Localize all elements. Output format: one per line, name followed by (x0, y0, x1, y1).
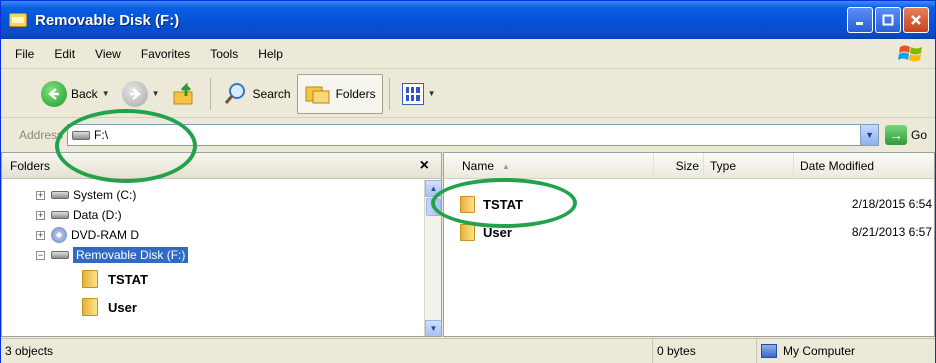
menu-edit[interactable]: Edit (54, 47, 75, 61)
tree-item-label: Data (D:) (73, 208, 122, 222)
views-dropdown-icon[interactable]: ▼ (428, 89, 436, 98)
close-pane-icon[interactable]: × (420, 157, 429, 175)
tree-item-label-selected: Removable Disk (F:) (73, 247, 189, 263)
hard-drive-icon (51, 191, 69, 199)
up-folder-button[interactable] (166, 74, 204, 114)
go-button[interactable]: → Go (885, 125, 927, 145)
forward-button[interactable]: ▼ (116, 74, 166, 114)
column-headers: Name ▲ Size Type Date Modified (444, 153, 934, 179)
folder-icon (82, 298, 98, 316)
scroll-down-icon[interactable]: ▼ (425, 320, 441, 336)
folder-icon (460, 223, 475, 241)
search-label: Search (252, 86, 291, 101)
go-label: Go (911, 128, 928, 142)
views-button[interactable]: ▼ (396, 74, 442, 114)
menu-tools[interactable]: Tools (210, 47, 238, 61)
tree-item-removable-disk-f[interactable]: − Removable Disk (F:) (2, 245, 441, 265)
tree-item-label: DVD-RAM D (71, 228, 139, 242)
maximize-button[interactable] (875, 7, 901, 33)
collapse-icon[interactable]: − (36, 250, 45, 260)
minimize-button[interactable] (847, 7, 873, 33)
window-title: Removable Disk (F:) (35, 11, 180, 29)
status-location-label: My Computer (783, 344, 856, 358)
minimize-icon (856, 22, 863, 25)
menu-bar: File Edit View Favorites Tools Help (1, 39, 935, 69)
search-icon (224, 82, 245, 104)
menu-favorites[interactable]: Favorites (141, 47, 190, 61)
tree-item-data-d[interactable]: + Data (D:) (2, 205, 441, 225)
menu-help[interactable]: Help (258, 47, 283, 61)
back-dropdown-icon[interactable]: ▼ (102, 89, 110, 98)
menu-file[interactable]: File (15, 47, 34, 61)
status-bar: 3 objects 0 bytes My Computer (1, 338, 935, 363)
tree-item-dvd-ram[interactable]: + DVD-RAM D (2, 225, 441, 245)
windows-logo-icon (898, 45, 922, 62)
window-controls (847, 7, 929, 33)
folders-pane-title: Folders (10, 158, 51, 173)
status-location: My Computer (757, 339, 933, 363)
my-computer-icon (761, 344, 777, 358)
toolbar-separator-2 (388, 77, 390, 110)
back-label: Back (71, 86, 98, 101)
search-button[interactable]: Search (217, 74, 297, 114)
tree-item-label: System (C:) (73, 188, 137, 202)
annotation-circle-tstat (431, 178, 577, 228)
up-folder-icon (173, 81, 193, 104)
forward-dropdown-icon[interactable]: ▼ (152, 89, 160, 98)
maximize-icon (882, 14, 894, 26)
annotation-circle-address (55, 109, 197, 183)
tree-item-user[interactable]: User (2, 293, 441, 321)
go-arrow-icon: → (885, 125, 908, 145)
file-date-modified: 8/21/2013 6:57 (851, 225, 932, 239)
folders-button[interactable]: Folders (296, 73, 383, 114)
tree-item-tstat[interactable]: TSTAT (2, 265, 441, 293)
expand-icon[interactable]: + (36, 210, 45, 220)
folder-icon (82, 270, 98, 288)
sort-ascending-icon: ▲ (502, 161, 510, 171)
folders-label: Folders (335, 86, 376, 101)
column-header-name[interactable]: Name ▲ (444, 153, 654, 179)
hard-drive-icon (51, 211, 69, 219)
folders-icon (305, 86, 330, 103)
dvd-drive-icon (51, 227, 67, 243)
back-arrow-icon (41, 80, 67, 107)
column-header-size[interactable]: Size (654, 153, 704, 179)
back-button[interactable]: Back ▼ (35, 74, 116, 114)
folders-pane: Folders × + System (C:) + Data (D:) + DV… (1, 152, 442, 337)
column-name-label: Name (462, 159, 495, 173)
explorer-window: Removable Disk (F:) File Edit View Favor… (0, 0, 936, 363)
status-object-count: 3 objects (1, 338, 653, 363)
close-icon (911, 15, 921, 25)
folder-window-icon (9, 13, 27, 27)
column-header-date-modified[interactable]: Date Modified (794, 153, 934, 179)
toolbar-separator (209, 77, 211, 110)
removable-drive-icon (51, 251, 69, 259)
title-bar[interactable]: Removable Disk (F:) (1, 1, 935, 39)
tree-item-label: User (108, 299, 137, 315)
expand-icon[interactable]: + (36, 190, 45, 200)
forward-arrow-icon (121, 80, 148, 107)
address-dropdown-icon[interactable]: ▼ (860, 125, 879, 145)
expand-icon[interactable]: + (36, 230, 45, 240)
views-icon (401, 82, 424, 105)
tree-item-label: TSTAT (108, 271, 148, 287)
tree-item-system-c[interactable]: + System (C:) (2, 185, 441, 205)
column-header-type[interactable]: Type (704, 153, 794, 179)
close-button[interactable] (903, 7, 929, 33)
folder-tree: + System (C:) + Data (D:) + DVD-RAM D − … (2, 179, 441, 336)
menu-view[interactable]: View (95, 47, 121, 61)
file-date-modified: 2/18/2015 6:54 (851, 197, 932, 211)
status-size: 0 bytes (653, 338, 757, 363)
